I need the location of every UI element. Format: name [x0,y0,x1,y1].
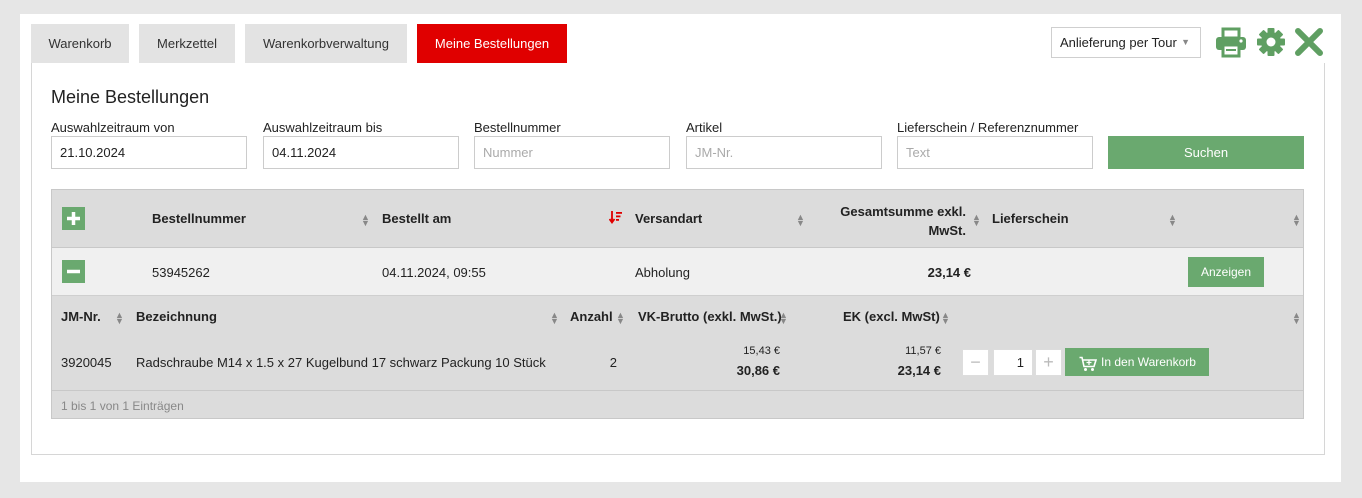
col-shipping[interactable]: Versandart [635,211,702,226]
tab-merkzettel[interactable]: Merkzettel [139,24,235,63]
cart-icon [1079,354,1098,382]
col-ordered-at[interactable]: Bestellt am [382,211,451,226]
order-number-label: Bestellnummer [474,120,561,135]
sort-icon[interactable]: ▲ ▼ [115,311,124,326]
show-order-button[interactable]: Anzeigen [1188,257,1264,287]
article-label: Artikel [686,120,723,135]
order-number: 53945262 [152,265,210,280]
close-icon[interactable] [1292,26,1326,58]
tab-warenkorb[interactable]: Warenkorb [31,24,129,63]
item-jm-nr: 3920045 [61,355,112,370]
expand-all-button[interactable] [62,207,85,230]
increment-button[interactable]: + [1035,349,1062,376]
sort-icon[interactable]: ▲ ▼ [361,213,370,228]
delivery-select-value: Anlieferung per Tour [1060,35,1177,50]
pagination-info: 1 bis 1 von 1 Einträgen [52,391,1303,418]
item-ek-total: 23,14 € [897,363,941,378]
sort-icon[interactable]: ▲ ▼ [972,213,981,228]
decrement-button[interactable]: − [962,349,989,376]
col-total-line2: MwSt. [928,223,966,238]
tab-meine-bestellungen[interactable]: Meine Bestellungen [417,24,567,63]
col-ek[interactable]: EK (excl. MwSt) [843,309,940,324]
item-vk-total: 30,86 € [736,363,780,378]
sort-icon[interactable]: ▲ ▼ [1292,311,1301,326]
delivery-select[interactable]: Anlieferung per Tour ▼ [1051,27,1201,58]
sort-desc-icon[interactable] [608,209,623,228]
col-delivery-note[interactable]: Lieferschein [992,211,1069,226]
col-vk-brutto[interactable]: VK-Brutto (exkl. MwSt.) [638,309,782,324]
sort-icon[interactable]: ▲ ▼ [1292,213,1301,228]
collapse-row-button[interactable] [62,260,85,283]
add-to-cart-label: In den Warenkorb [1101,355,1196,369]
from-date-label: Auswahlzeitraum von [51,120,175,135]
reference-input[interactable] [897,136,1093,169]
to-date-input[interactable] [263,136,459,169]
printer-icon[interactable] [1214,26,1248,58]
sort-icon[interactable]: ▲ ▼ [1168,213,1177,228]
sort-icon[interactable]: ▲ ▼ [796,213,805,228]
sort-icon[interactable]: ▲ ▼ [616,311,625,326]
minus-icon [67,269,80,274]
col-jm-nr[interactable]: JM-Nr. [61,309,101,324]
plus-icon [67,212,80,225]
item-ek-unit: 11,57 € [905,345,941,357]
shipping-method: Abholung [635,265,690,280]
order-number-input[interactable] [474,136,670,169]
page-title: Meine Bestellungen [51,87,210,107]
to-date-label: Auswahlzeitraum bis [263,120,383,135]
col-total[interactable]: Gesamtsumme exkl. MwSt. [820,202,966,240]
reference-label: Lieferschein / Referenznummer [897,120,1079,135]
sort-icon[interactable]: ▲ ▼ [550,311,559,326]
col-total-line1: Gesamtsumme exkl. [840,204,966,219]
order-total: 23,14 € [927,265,971,280]
order-date: 04.11.2024, 09:55 [382,265,486,280]
tab-warenkorbverwaltung[interactable]: Warenkorbverwaltung [245,24,407,63]
from-date-input[interactable] [51,136,247,169]
chevron-down-icon: ▼ [1181,37,1190,47]
item-quantity: 2 [609,355,617,370]
item-description: Radschraube M14 x 1.5 x 27 Kugelbund 17 … [136,355,546,370]
col-quantity[interactable]: Anzahl [570,309,613,324]
article-input[interactable] [686,136,882,169]
add-to-cart-button[interactable]: In den Warenkorb [1065,348,1209,376]
item-vk-unit: 15,43 € [743,345,780,357]
quantity-input[interactable]: 1 [993,349,1033,376]
col-description[interactable]: Bezeichnung [136,309,217,324]
sort-icon[interactable]: ▲ ▼ [941,311,950,326]
search-button[interactable]: Suchen [1108,136,1304,169]
sort-icon[interactable]: ▲ ▼ [779,311,788,326]
gear-icon[interactable] [1254,26,1288,58]
col-order-number[interactable]: Bestellnummer [152,211,246,226]
